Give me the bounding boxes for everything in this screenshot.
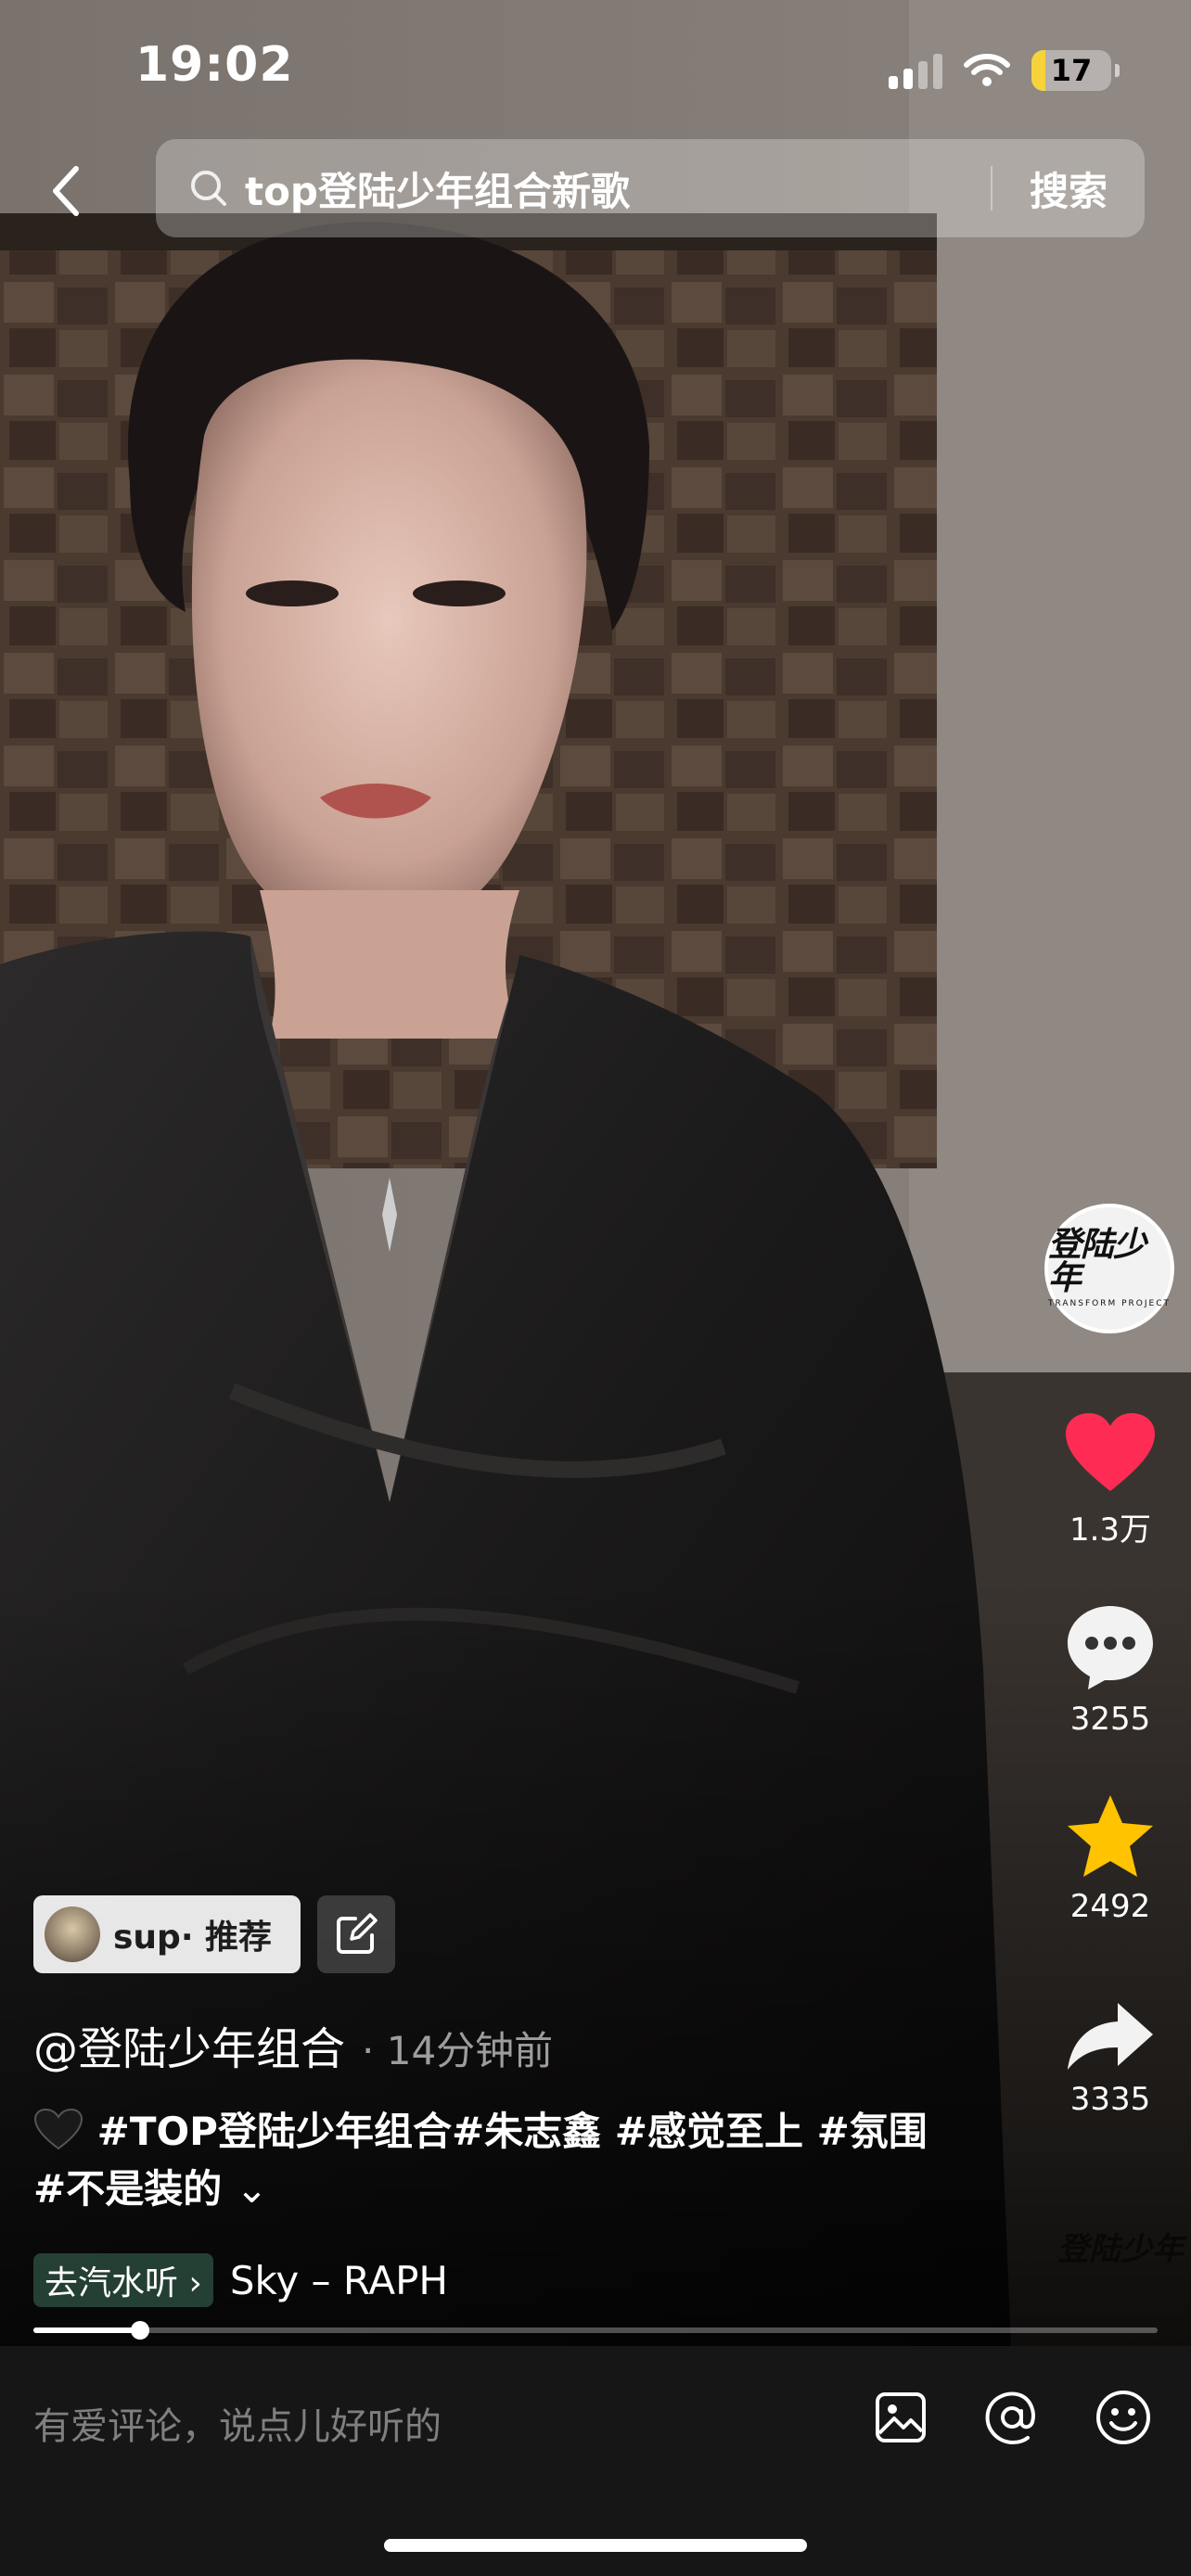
recommender-label: sup· 推荐 (113, 1919, 273, 1957)
like-count: 1.3万 (1069, 1511, 1152, 1549)
search-icon (191, 171, 226, 206)
cellular-signal-icon (889, 52, 942, 89)
progress-fill (33, 2327, 141, 2333)
like-button[interactable]: 1.3万 (1054, 1411, 1167, 1549)
comment-icon (1068, 1606, 1153, 1690)
battery-indicator: 17 (1031, 50, 1120, 91)
creator-logo-text: 登陆少年 (1048, 1226, 1146, 1297)
battery-level: 17 (1050, 53, 1093, 88)
open-in-music-app-chip[interactable]: 去汽水听 › (33, 2253, 213, 2307)
video-screen: 19:02 17 top登陆少年组合新歌 搜索 登陆少年 TRANSFORM P… (0, 0, 1191, 2576)
battery-fill (1031, 50, 1045, 91)
search-bar[interactable]: top登陆少年组合新歌 搜索 (156, 139, 1145, 237)
favorite-button[interactable]: 2492 (1054, 1793, 1167, 1925)
heart-icon (1066, 1413, 1155, 1491)
search-input[interactable]: top登陆少年组合新歌 (245, 160, 991, 217)
comment-count: 3255 (1069, 1701, 1151, 1738)
playback-progress-bar[interactable] (33, 2321, 1158, 2340)
star-icon (1068, 1795, 1153, 1877)
post-description[interactable]: #TOP登陆少年组合#朱志鑫 #感觉至上 #氛围 #不是装的 ⌄ (33, 2103, 942, 2218)
share-count: 3335 (1069, 2081, 1151, 2118)
recommender-chip[interactable]: sup· 推荐 (33, 1895, 301, 1973)
author-name[interactable]: @登陆少年组合 (33, 2012, 345, 2077)
emoji-button[interactable] (1091, 2385, 1156, 2450)
progress-knob[interactable] (131, 2321, 150, 2340)
emoji-icon (1096, 2391, 1150, 2444)
image-icon (876, 2392, 926, 2442)
back-button[interactable] (37, 158, 93, 224)
back-icon (53, 166, 79, 216)
status-icons: 17 (889, 45, 1120, 96)
wifi-icon (964, 54, 1010, 86)
home-indicator[interactable] (384, 2539, 807, 2552)
creator-avatar[interactable]: 登陆少年 TRANSFORM PROJECT (1044, 1204, 1174, 1333)
expand-description[interactable]: ⌄ (236, 2166, 268, 2212)
share-icon (1068, 2003, 1153, 2070)
author-line: @登陆少年组合 · 14分钟前 (33, 2012, 553, 2077)
video-player[interactable] (0, 0, 1191, 2346)
mention-button[interactable] (980, 2385, 1044, 2450)
edit-button[interactable] (317, 1895, 395, 1973)
music-title[interactable]: Sky – RAPH (230, 2258, 448, 2303)
image-button[interactable] (868, 2385, 933, 2450)
comment-button[interactable]: 3255 (1054, 1602, 1167, 1738)
black-heart-icon (33, 2108, 83, 2150)
status-time: 19:02 (135, 37, 294, 93)
search-button[interactable]: 搜索 (992, 160, 1145, 217)
recommender-avatar (45, 1906, 100, 1962)
edit-icon (337, 1913, 378, 1954)
favorite-count: 2492 (1069, 1888, 1151, 1925)
post-time: · 14分钟前 (362, 2028, 554, 2073)
comment-input[interactable]: 有爱评论，说点儿好听的 (33, 2396, 442, 2450)
creator-logo-subtext: TRANSFORM PROJECT (1048, 1299, 1172, 1308)
share-button[interactable]: 3335 (1054, 2001, 1167, 2118)
mention-icon (985, 2391, 1035, 2445)
video-watermark: 登陆少年 (1057, 2231, 1184, 2268)
music-row: 去汽水听 › Sky – RAPH (33, 2253, 448, 2307)
post-hashtags[interactable]: #TOP登陆少年组合#朱志鑫 #感觉至上 #氛围 #不是装的 (33, 2109, 928, 2212)
video-frame (0, 0, 1191, 2346)
